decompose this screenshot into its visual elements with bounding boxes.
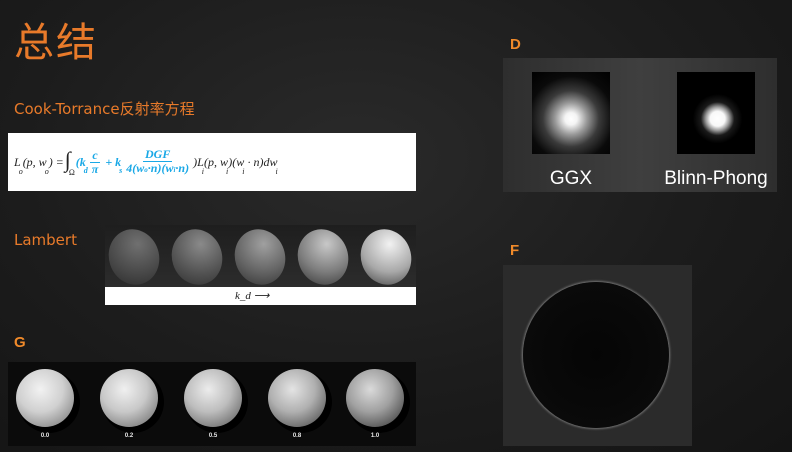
g-sphere [100,369,158,427]
g-strip: 0.0 0.2 0.5 0.8 1.0 [8,362,416,446]
g-sphere [346,369,404,427]
g-sphere [268,369,326,427]
f-panel [503,265,692,446]
c-over-pi: cπ [90,147,100,176]
eq-rhs: )Li(p, wi)(wi · n)dwi [193,154,278,176]
lambert-sphere [353,222,419,292]
blinn-phong-caption: Blinn-Phong [664,168,768,189]
lambert-label: Lambert [14,231,77,249]
lambert-sphere [227,222,293,292]
cook-torrance-equation: Lo(p, wo) = ∫Ω (k d cπ + ks DGF 4(wo·n)(wi… [8,133,416,191]
d-label: D [510,36,521,53]
lambert-strip: k_d ⟶ [101,222,419,305]
ggx-caption: GGX [549,168,593,189]
fresnel-sphere [523,282,669,428]
g-value: 0.0 [40,433,50,439]
cook-torrance-label: Cook-Torrance反射率方程 [14,100,195,118]
g-value: 0.5 [208,433,218,439]
eq-lhs: Lo(p, wo) = [14,154,64,176]
integral-sign: ∫Ω [64,147,75,177]
lambert-sphere [101,222,167,292]
g-value: 0.8 [292,433,302,439]
g-sphere [184,369,242,427]
slide-title: 总结 [14,20,98,66]
ggx-highlight [532,72,610,154]
f-label: F [510,242,520,259]
blinn-phong-highlight [677,72,755,154]
lambert-sphere [290,222,356,292]
g-sphere [16,369,74,427]
g-label: G [14,334,26,351]
lambert-caption: k_d ⟶ [235,290,270,302]
lambert-spheres [101,222,419,292]
d-panel: GGX Blinn-Phong [503,58,777,192]
eq-brdf-term: (k d cπ + ks DGF 4(wo·n)(wi·n) [75,146,190,176]
dgf-fraction: DGF 4(wo·n)(wi·n) [126,146,190,175]
g-value: 0.2 [124,433,134,439]
lambert-sphere [164,222,230,292]
g-value: 1.0 [370,433,380,439]
